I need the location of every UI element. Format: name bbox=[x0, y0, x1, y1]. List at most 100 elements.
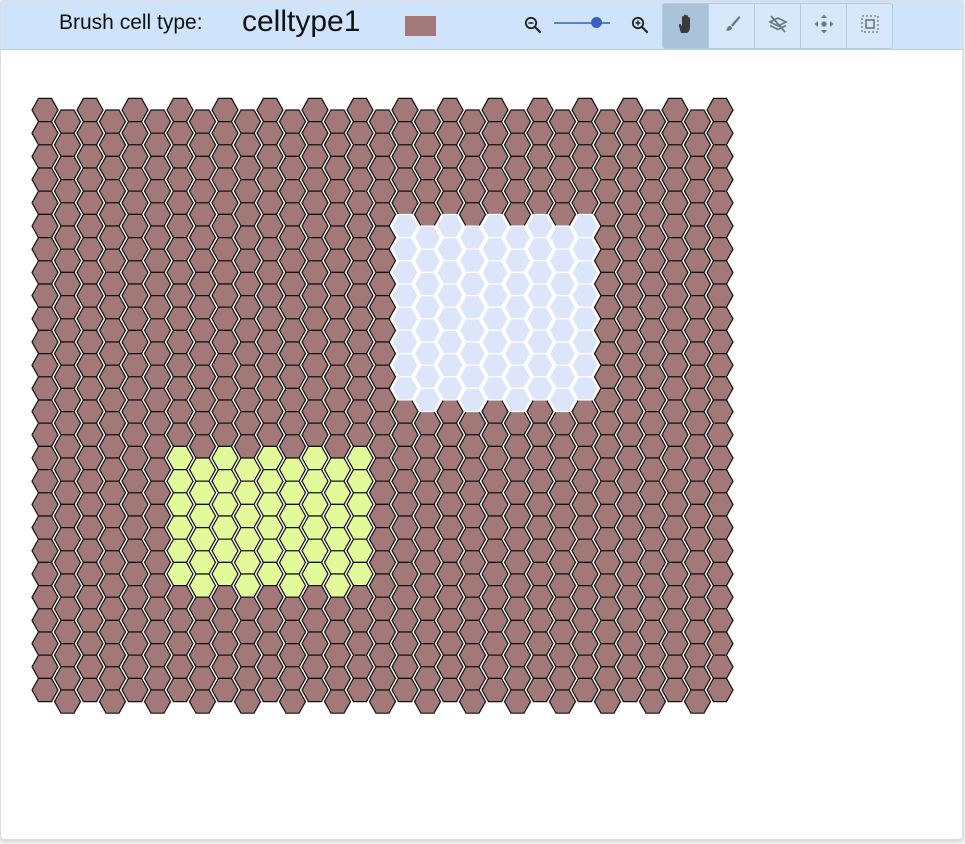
hex-cell[interactable] bbox=[188, 480, 217, 505]
hex-cell[interactable] bbox=[166, 260, 194, 285]
hex-cell[interactable] bbox=[571, 492, 599, 517]
hex-cell[interactable] bbox=[458, 318, 487, 343]
hex-cell[interactable] bbox=[301, 469, 329, 494]
hex-cell[interactable] bbox=[166, 422, 194, 447]
hex-cell[interactable] bbox=[121, 120, 149, 146]
hex-cell[interactable] bbox=[233, 109, 262, 134]
hex-cell[interactable] bbox=[121, 677, 149, 703]
hex-cell[interactable] bbox=[166, 237, 194, 262]
hex-cell[interactable] bbox=[526, 561, 554, 587]
hex-cell[interactable] bbox=[256, 584, 284, 610]
hex-cell[interactable] bbox=[143, 411, 172, 436]
hex-cell[interactable] bbox=[368, 550, 397, 575]
hex-cell[interactable] bbox=[683, 295, 712, 320]
hex-cell[interactable] bbox=[593, 503, 622, 529]
hex-cell[interactable] bbox=[233, 596, 262, 622]
hex-cell[interactable] bbox=[368, 387, 397, 413]
hex-cell[interactable] bbox=[661, 376, 689, 401]
hex-cell[interactable] bbox=[413, 503, 442, 529]
hex-cell[interactable] bbox=[661, 561, 689, 587]
hex-cell[interactable] bbox=[391, 283, 419, 308]
hex-cell[interactable] bbox=[548, 457, 577, 482]
hex-cell[interactable] bbox=[571, 283, 599, 308]
hex-cell[interactable] bbox=[526, 584, 554, 610]
hex-cell[interactable] bbox=[458, 526, 487, 552]
hex-cell[interactable] bbox=[413, 248, 442, 273]
hex-cell[interactable] bbox=[436, 306, 464, 331]
hex-cell[interactable] bbox=[143, 596, 172, 622]
hex-cell[interactable] bbox=[548, 596, 577, 622]
hex-cell[interactable] bbox=[638, 318, 667, 343]
hex-cell[interactable] bbox=[121, 584, 149, 610]
hex-cell[interactable] bbox=[413, 480, 442, 505]
hex-cell[interactable] bbox=[143, 573, 172, 598]
hex-cell[interactable] bbox=[98, 596, 127, 622]
hex-cell-grid[interactable] bbox=[1, 1, 962, 839]
hex-cell[interactable] bbox=[31, 469, 59, 494]
hex-cell[interactable] bbox=[121, 376, 149, 401]
hex-cell[interactable] bbox=[638, 387, 667, 413]
hex-cell[interactable] bbox=[233, 364, 262, 389]
hex-cell[interactable] bbox=[706, 608, 734, 633]
hex-cell[interactable] bbox=[503, 689, 532, 714]
hex-cell[interactable] bbox=[323, 573, 352, 598]
hex-cell[interactable] bbox=[166, 654, 194, 680]
hex-cell[interactable] bbox=[481, 445, 509, 471]
hex-cell[interactable] bbox=[391, 376, 419, 401]
hex-cell[interactable] bbox=[436, 515, 464, 540]
hex-cell[interactable] bbox=[548, 202, 577, 227]
hex-cell[interactable] bbox=[346, 422, 374, 447]
hex-cell[interactable] bbox=[121, 515, 149, 540]
hex-cell[interactable] bbox=[458, 132, 487, 157]
hex-cell[interactable] bbox=[413, 526, 442, 552]
hex-cell[interactable] bbox=[323, 503, 352, 529]
hex-cell[interactable] bbox=[188, 271, 217, 297]
hex-cell[interactable] bbox=[368, 225, 397, 250]
hex-cell[interactable] bbox=[706, 399, 734, 424]
hex-cell[interactable] bbox=[683, 109, 712, 134]
hex-cell[interactable] bbox=[301, 190, 329, 215]
hex-cell[interactable] bbox=[233, 271, 262, 297]
hex-cell[interactable] bbox=[166, 190, 194, 215]
hex-cell[interactable] bbox=[143, 434, 172, 459]
hex-cell[interactable] bbox=[481, 469, 509, 494]
hex-cell[interactable] bbox=[98, 642, 127, 668]
hex-cell[interactable] bbox=[436, 329, 464, 355]
hex-cell[interactable] bbox=[526, 237, 554, 262]
hex-cell[interactable] bbox=[233, 387, 262, 413]
hex-cell[interactable] bbox=[278, 480, 307, 505]
hex-cell[interactable] bbox=[706, 376, 734, 401]
hex-cell[interactable] bbox=[346, 631, 374, 656]
hex-cell[interactable] bbox=[503, 573, 532, 598]
hex-cell[interactable] bbox=[526, 329, 554, 355]
hex-cell[interactable] bbox=[436, 213, 464, 239]
hex-cell[interactable] bbox=[76, 538, 104, 564]
hex-cell[interactable] bbox=[121, 608, 149, 633]
hex-cell[interactable] bbox=[76, 376, 104, 401]
hex-cell[interactable] bbox=[436, 584, 464, 610]
hex-cell[interactable] bbox=[166, 492, 194, 517]
hex-cell[interactable] bbox=[548, 132, 577, 157]
hex-cell[interactable] bbox=[616, 584, 644, 610]
hex-cell[interactable] bbox=[526, 677, 554, 703]
hex-cell[interactable] bbox=[526, 190, 554, 215]
hex-cell[interactable] bbox=[323, 480, 352, 505]
hex-cell[interactable] bbox=[661, 469, 689, 494]
hex-cell[interactable] bbox=[481, 399, 509, 424]
hex-cell[interactable] bbox=[166, 584, 194, 610]
hex-cell[interactable] bbox=[683, 271, 712, 297]
hex-cell[interactable] bbox=[706, 631, 734, 656]
hex-cell[interactable] bbox=[436, 492, 464, 517]
hex-cell[interactable] bbox=[121, 237, 149, 262]
hex-cell[interactable] bbox=[256, 120, 284, 146]
hex-cell[interactable] bbox=[638, 503, 667, 529]
hex-cell[interactable] bbox=[571, 561, 599, 587]
hex-cell[interactable] bbox=[616, 677, 644, 703]
hex-cell[interactable] bbox=[661, 190, 689, 215]
hex-cell[interactable] bbox=[638, 619, 667, 645]
hex-cell[interactable] bbox=[76, 677, 104, 703]
hex-cell[interactable] bbox=[593, 109, 622, 134]
hex-cell[interactable] bbox=[391, 144, 419, 169]
hex-cell[interactable] bbox=[301, 353, 329, 378]
hex-cell[interactable] bbox=[278, 526, 307, 552]
